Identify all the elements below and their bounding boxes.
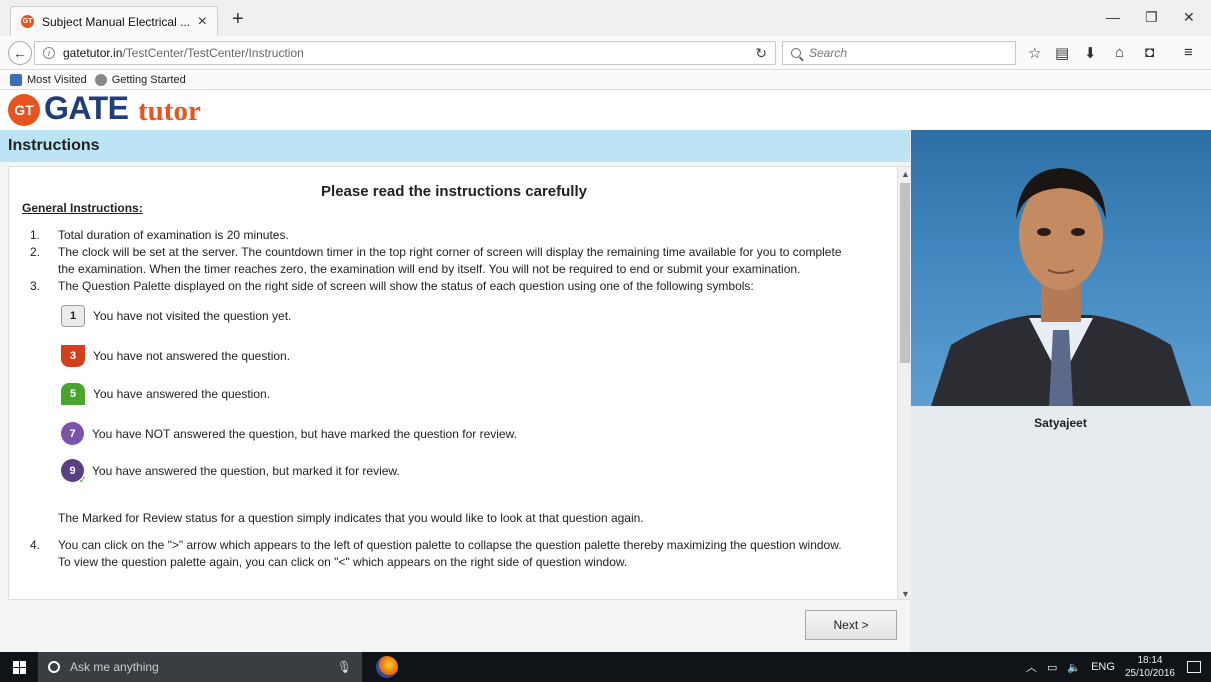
- close-tab-icon[interactable]: ×: [198, 13, 207, 30]
- pocket-icon[interactable]: ◘: [1145, 44, 1154, 61]
- info-icon[interactable]: i: [43, 47, 55, 59]
- clock[interactable]: 18:14 25/10/2016: [1125, 654, 1175, 680]
- instructions-title: Please read the instructions carefully: [321, 183, 587, 200]
- tab-title: Subject Manual Electrical ...: [42, 14, 191, 29]
- bookmark-star-icon[interactable]: ☆: [1028, 44, 1041, 62]
- bookmark-most-visited[interactable]: Most Visited: [27, 74, 87, 86]
- legend-marked-review: 7 You have NOT answered the question, bu…: [61, 422, 517, 445]
- system-tray: ︿ ▭ 🔈 ENG 18:14 25/10/2016: [1026, 652, 1211, 682]
- menu-icon[interactable]: ≡: [1184, 44, 1193, 61]
- url-bar[interactable]: i gatetutor.in /TestCenter/TestCenter/In…: [34, 41, 776, 65]
- logo-badge: GT: [8, 94, 40, 126]
- bookmark-getting-started[interactable]: Getting Started: [112, 74, 186, 86]
- restore-icon[interactable]: ❐: [1145, 9, 1158, 26]
- search-icon: [791, 48, 801, 58]
- scroll-thumb[interactable]: [900, 183, 910, 363]
- candidate-panel: Satyajeet: [910, 130, 1211, 652]
- network-icon[interactable]: ▭: [1047, 661, 1057, 674]
- cortana-search-input[interactable]: Ask me anything 🎙: [38, 652, 362, 682]
- minimize-icon[interactable]: —: [1106, 9, 1120, 25]
- instruction-item-2: 2. The clock will be set at the server. …: [30, 245, 842, 276]
- cortana-placeholder: Ask me anything: [70, 660, 159, 674]
- answered-review-symbol: 9: [61, 459, 87, 486]
- answered-symbol: 5: [61, 383, 85, 405]
- scroll-up-icon[interactable]: ▲: [901, 169, 910, 179]
- favicon-icon: GT: [21, 15, 34, 28]
- candidate-portrait-icon: [931, 168, 1191, 406]
- legend-not-answered: 3 You have not answered the question.: [61, 345, 290, 367]
- instruction-item-1: 1. Total duration of examination is 20 mi…: [30, 228, 289, 242]
- url-host: gatetutor.in: [63, 46, 123, 60]
- page-title: Instructions: [0, 130, 910, 162]
- url-path: /TestCenter/TestCenter/Instruction: [122, 46, 304, 60]
- browser-navbar: ← i gatetutor.in /TestCenter/TestCenter/…: [0, 36, 1211, 70]
- scroll-down-icon[interactable]: ▼: [901, 589, 910, 599]
- back-arrow-icon[interactable]: ←: [8, 41, 32, 65]
- windows-taskbar: Ask me anything 🎙 ︿ ▭ 🔈 ENG 18:14 25/10/…: [0, 652, 1211, 682]
- not-answered-symbol: 3: [61, 345, 85, 367]
- not-visited-symbol: 1: [61, 305, 85, 327]
- reading-list-icon[interactable]: ▤: [1055, 44, 1069, 62]
- logo-gate: GATE: [44, 90, 129, 126]
- volume-icon[interactable]: 🔈: [1067, 661, 1081, 674]
- general-instructions-heading: General Instructions:: [22, 201, 143, 215]
- content-scrollbar[interactable]: ▲ ▼: [897, 167, 911, 599]
- reload-icon[interactable]: ↻: [755, 45, 767, 62]
- notification-icon[interactable]: [1187, 661, 1201, 673]
- instruction-item-4: 4. You can click on the ">" arrow which …: [30, 538, 842, 569]
- windows-start-icon[interactable]: [0, 652, 38, 682]
- microphone-icon[interactable]: 🎙: [337, 660, 352, 674]
- instructions-content[interactable]: Please read the instructions carefully G…: [8, 166, 912, 600]
- cortana-icon: [48, 661, 60, 673]
- home-icon[interactable]: ⌂: [1115, 44, 1124, 61]
- firefox-icon[interactable]: [376, 656, 398, 678]
- next-button[interactable]: Next >: [805, 610, 897, 640]
- legend-not-visited: 1 You have not visited the question yet.: [61, 305, 291, 327]
- getting-started-icon: [94, 73, 107, 86]
- review-note: The Marked for Review status for a quest…: [58, 511, 644, 525]
- candidate-photo: [911, 130, 1211, 406]
- site-header: GT GATE tutor: [0, 90, 1211, 130]
- download-icon[interactable]: ⬇: [1084, 44, 1097, 62]
- marked-review-symbol: 7: [61, 422, 84, 445]
- search-placeholder: Search: [809, 46, 848, 60]
- most-visited-icon: [10, 73, 22, 86]
- browser-tabbar: GT Subject Manual Electrical ... × + — ❐…: [0, 0, 1211, 36]
- legend-answered: 5 You have answered the question.: [61, 383, 270, 405]
- instructions-panel: Please read the instructions carefully G…: [0, 162, 912, 652]
- new-tab-icon[interactable]: +: [232, 9, 244, 29]
- language-indicator[interactable]: ENG: [1091, 661, 1115, 673]
- bookmarks-bar: Most Visited Getting Started: [0, 70, 1211, 90]
- logo-tutor: tutor: [138, 95, 201, 127]
- close-window-icon[interactable]: ✕: [1183, 9, 1195, 26]
- search-input[interactable]: Search: [782, 41, 1016, 65]
- legend-answered-review: 9 You have answered the question, but ma…: [61, 459, 400, 486]
- candidate-name: Satyajeet: [1034, 416, 1087, 430]
- browser-tab[interactable]: GT Subject Manual Electrical ... ×: [10, 6, 218, 36]
- tray-chevron-icon[interactable]: ︿: [1026, 659, 1037, 675]
- instruction-item-3: 3. The Question Palette displayed on the …: [30, 279, 754, 293]
